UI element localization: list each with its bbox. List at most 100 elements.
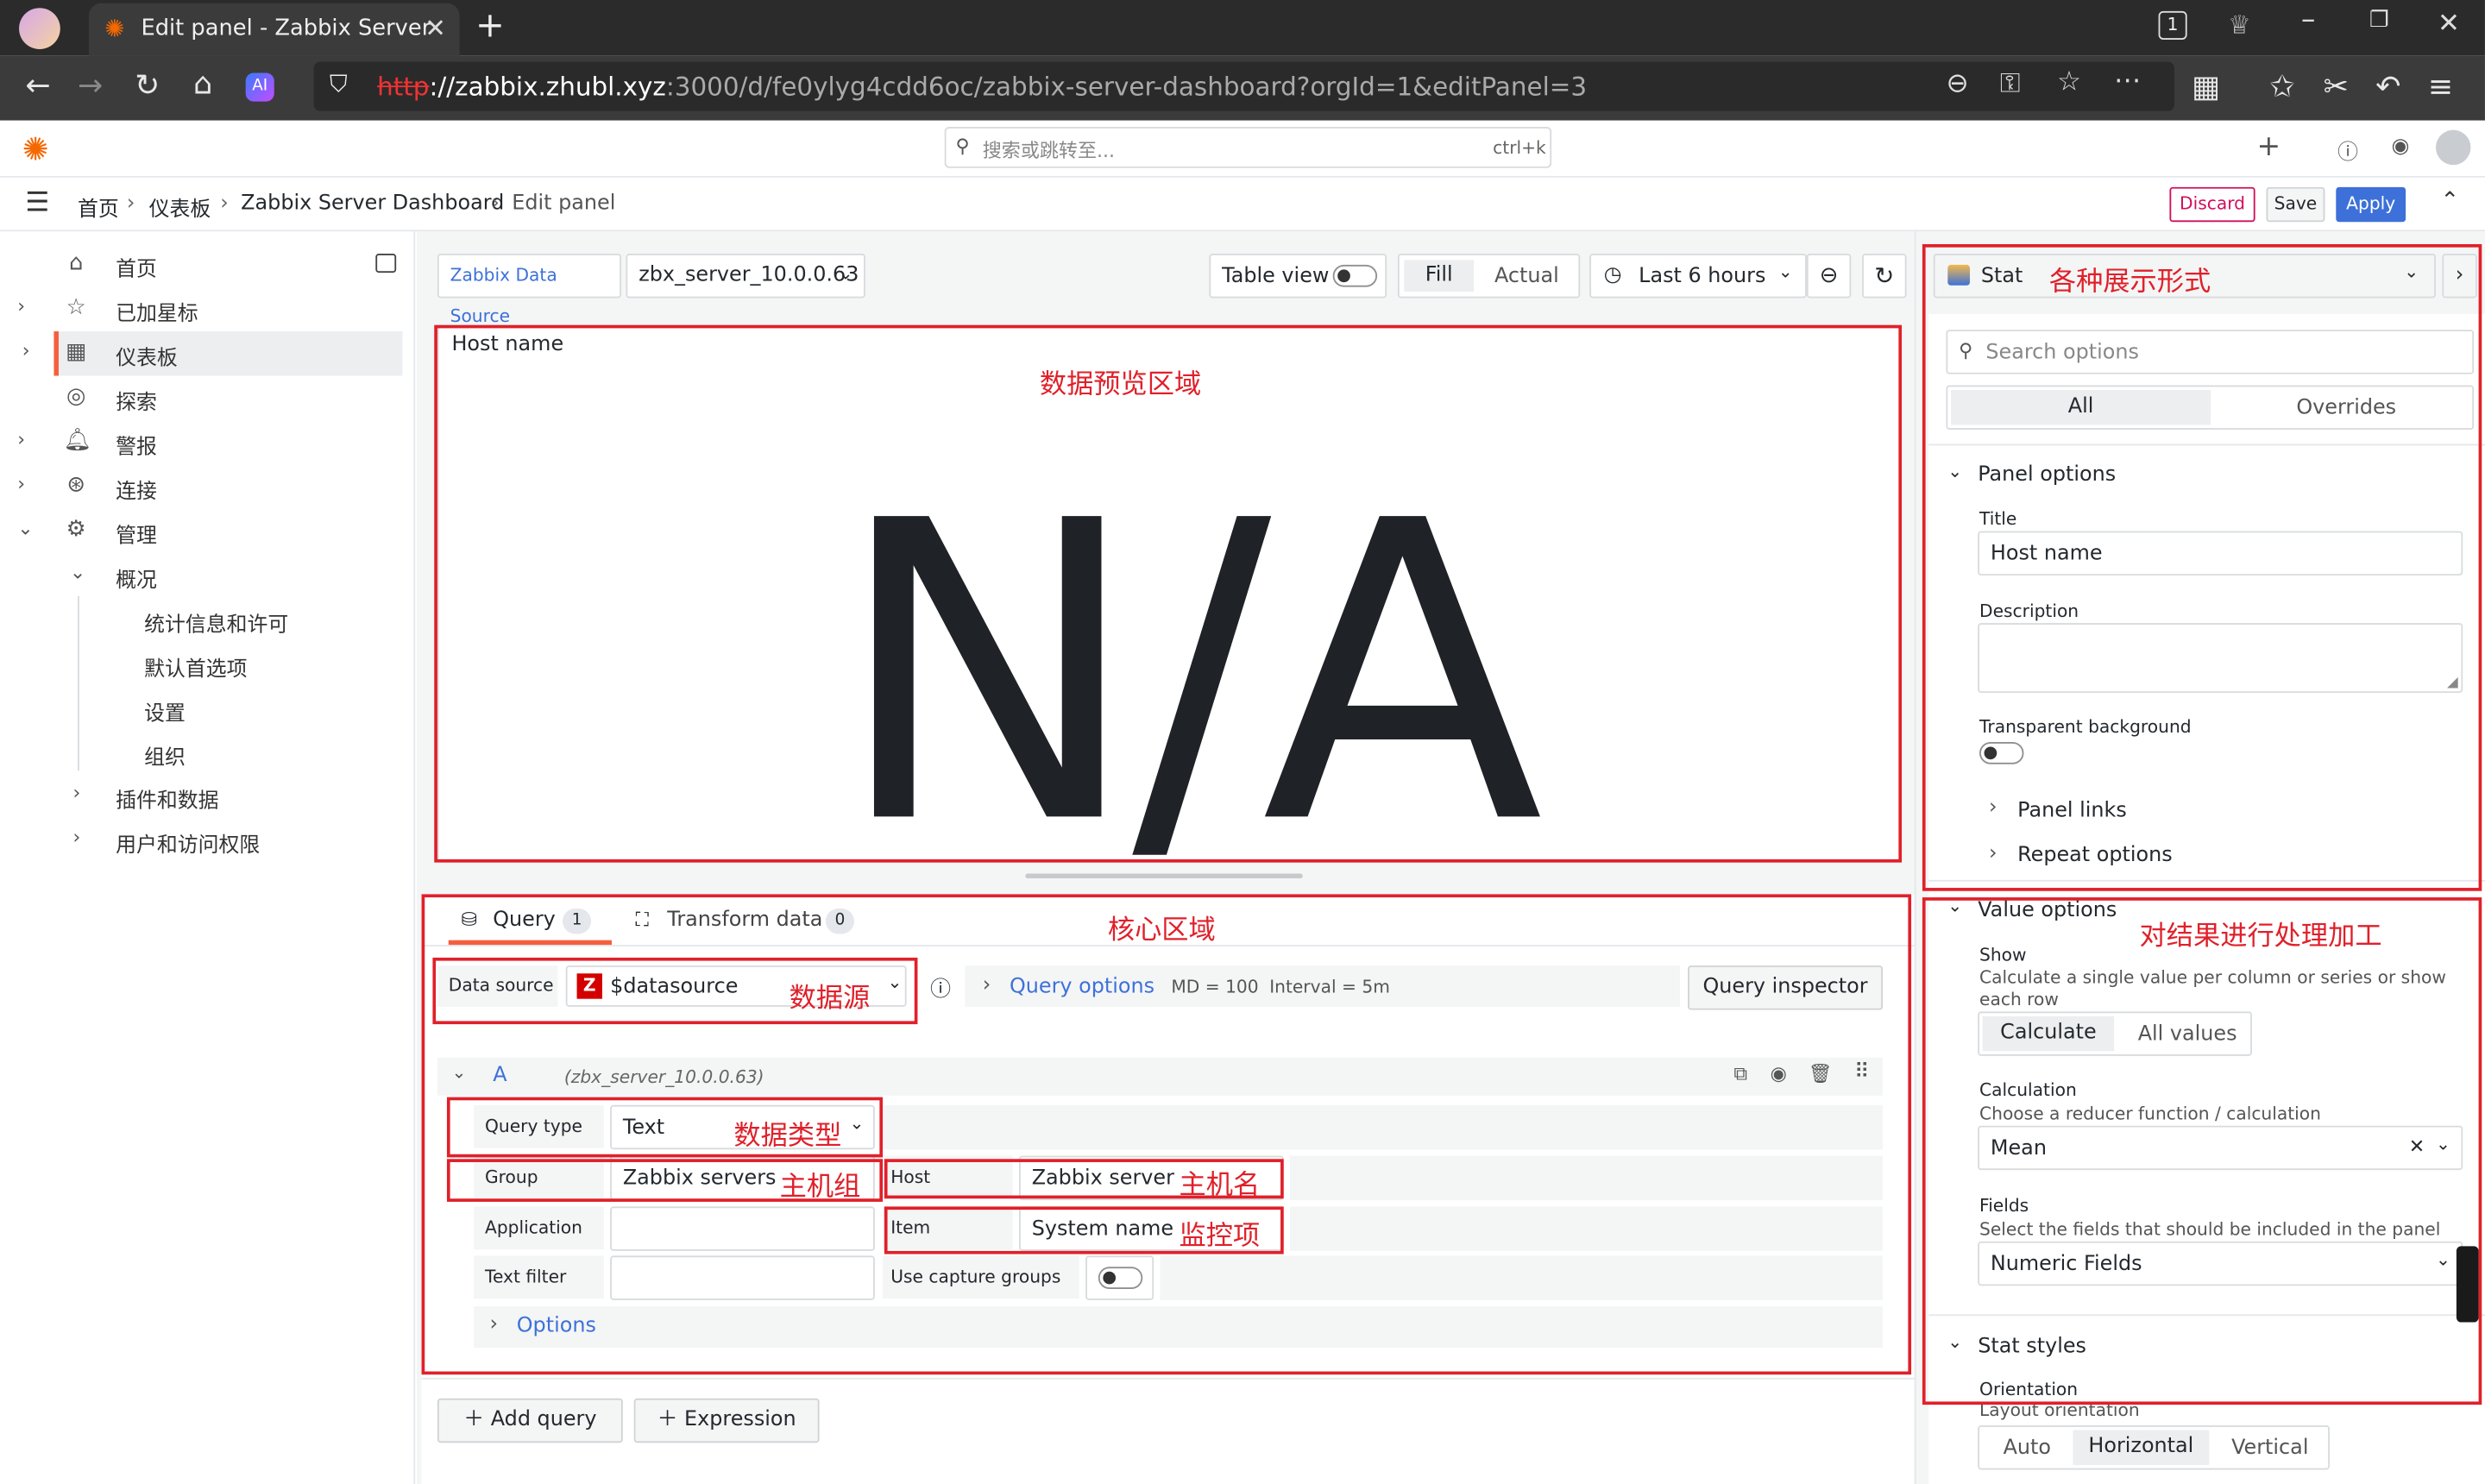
chevron-right-icon[interactable]: › [17,428,25,450]
capture-groups-switch[interactable] [1098,1267,1143,1289]
chevron-down-icon[interactable]: ⌄ [1947,1332,1962,1353]
shirt-icon[interactable]: ♕ [2228,9,2250,40]
sidebar-item-explore[interactable]: ◎ 探索 [0,376,415,420]
time-picker[interactable]: ◷ Last 6 hours ⌄ [1589,254,1807,299]
fill-option[interactable]: Fill [1404,260,1475,292]
panel-options-header[interactable]: Panel options [1978,463,2116,487]
sidebar-item-admin[interactable]: ⌄ ⚙ 管理 [0,509,415,553]
fill-actual-toggle[interactable]: Fill Actual [1397,254,1581,299]
reload-icon[interactable]: ↻ [129,70,167,102]
cut-icon[interactable]: ✂ [2317,72,2355,104]
trash-icon[interactable]: 🗑︎ [1809,1062,1833,1085]
chevron-right-icon[interactable]: › [17,473,25,495]
query-ref-id[interactable]: A [493,1064,506,1088]
title-input[interactable]: Host name [1978,531,2463,576]
table-view-toggle[interactable]: Table view [1209,254,1387,299]
browser-tab-active[interactable]: ✺ Edit panel - Zabbix Server ✕ [88,3,460,56]
query-options-label[interactable]: Query options [1010,975,1154,999]
sidebar-item-settings[interactable]: 设置 [0,687,415,731]
actual-option[interactable]: Actual [1494,265,1559,289]
collapse-pane-button[interactable]: › [2442,254,2477,299]
home-browser-icon[interactable]: ⌂ [184,68,222,100]
splitter-handle[interactable] [1025,873,1303,879]
chevron-down-icon[interactable]: ⌄ [1947,462,1962,482]
stat-styles-header[interactable]: Stat styles [1978,1335,2086,1359]
table-view-switch[interactable] [1332,264,1378,287]
clear-x-icon[interactable]: ✕ [2409,1135,2425,1158]
breadcrumb-dashboard[interactable]: Zabbix Server Dashboard [241,192,504,216]
zoom-out-button[interactable]: ⊖ [1806,254,1852,299]
orientation-horizontal[interactable]: Horizontal [2073,1430,2210,1465]
apply-button[interactable]: Apply [2336,186,2406,223]
tab-close-icon[interactable]: ✕ [425,13,446,43]
add-expression-button[interactable]: ＋ Expression [633,1398,820,1443]
new-menu-button[interactable]: + [2256,130,2281,164]
insecure-shield-icon[interactable]: ⛉ [330,70,348,98]
new-tab-icon[interactable]: + [475,6,505,46]
hamburger-menu-icon[interactable]: ☰ [25,187,49,219]
add-query-button[interactable]: ＋ Add query [437,1398,623,1443]
chevron-right-icon[interactable]: › [1989,842,1997,866]
sidebar-item-stats[interactable]: 统计信息和许可 [0,598,415,642]
sidebar-item-users-access[interactable]: › 用户和访问权限 [0,818,415,862]
repeat-options-header[interactable]: Repeat options [2017,844,2173,868]
application-input[interactable] [610,1206,875,1251]
chevron-right-icon[interactable]: › [1989,795,1997,820]
dashboard-datasource-select[interactable]: zbx_server_10.0.0.63 ⌄ [626,254,865,299]
query-options-bar[interactable]: › Query options MD = 100 Interval = 5m [965,965,1680,1007]
breadcrumb-home[interactable]: 首页 [78,192,119,223]
orientation-vertical[interactable]: Vertical [2231,1437,2308,1461]
restore-icon[interactable]: ❐ [2369,8,2389,33]
sidebar-item-plugins[interactable]: › 插件和数据 [0,774,415,818]
orientation-auto[interactable]: Auto [2004,1437,2051,1461]
help-icon[interactable]: ⓘ [2337,135,2358,166]
chevron-right-icon[interactable]: › [17,295,25,318]
description-textarea[interactable]: ◢ [1978,623,2463,694]
chevron-right-icon[interactable]: › [72,782,80,804]
scrollbar-thumb[interactable] [2456,1246,2479,1323]
extensions-icon[interactable]: ▦ [2187,72,2225,104]
news-rss-icon[interactable]: ◉ [2392,135,2410,159]
query-inspector-button[interactable]: Query inspector [1688,965,1883,1010]
options-row[interactable]: › Options [474,1306,1883,1348]
grafana-logo-icon[interactable]: ✺ [22,130,49,168]
search-options-input[interactable]: ⚲ Search options [1946,330,2475,374]
tab-query[interactable]: Query [493,909,556,933]
options-label[interactable]: Options [517,1314,596,1338]
drag-handle-icon[interactable]: ⠿ [1854,1060,1870,1085]
sidebar-item-preferences[interactable]: 默认首选项 [0,642,415,686]
chevron-down-icon[interactable]: ⌄ [1947,896,1962,916]
discard-button[interactable]: Discard [2169,186,2255,223]
transparent-switch[interactable] [1979,741,2024,764]
text-filter-input[interactable] [610,1255,875,1300]
breadcrumb-dashboards[interactable]: 仪表板 [149,192,211,223]
calculation-select[interactable]: Mean ✕ ⌄ [1978,1125,2463,1171]
zoom-icon[interactable]: ⊖ [1946,68,1968,100]
value-options-header[interactable]: Value options [1978,899,2117,923]
collapse-chevron-up-icon[interactable]: ⌃ [2441,189,2460,214]
resize-handle-icon[interactable]: ◢ [2447,676,2458,691]
sidebar-item-starred[interactable]: › ☆ 已加星标 [0,287,415,331]
sidebar-item-orgs[interactable]: 组织 [0,731,415,775]
tab-transform[interactable]: Transform data [667,909,822,933]
eye-icon[interactable]: ◉ [1771,1062,1787,1085]
minimize-icon[interactable]: – [2301,3,2316,37]
save-button[interactable]: Save [2266,186,2325,223]
chevron-right-icon[interactable]: › [72,826,80,848]
sidebar-item-home[interactable]: ⌂ 首页 [0,242,415,286]
tab-overrides[interactable]: Overrides [2296,396,2396,420]
show-all-values-option[interactable]: All values [2138,1022,2237,1047]
url-bar[interactable]: ⛉ http://zabbix.zhubl.xyz:3000/d/fe0ylyg… [313,61,2174,111]
ai-extension-icon[interactable]: AI [245,72,274,102]
chevron-down-icon[interactable]: ⌄ [451,1062,466,1083]
panel-preview[interactable]: Host name N/A [437,326,1903,882]
bookmark-star-icon[interactable]: ☆ [2057,66,2081,98]
capture-groups-switch-box[interactable] [1085,1255,1154,1300]
back-icon[interactable]: ← [19,70,57,102]
forward-icon[interactable]: → [72,70,110,102]
chevron-down-icon[interactable]: ⌄ [70,562,85,584]
tab-all[interactable]: All [1950,390,2211,425]
chevron-right-icon[interactable]: › [22,339,30,362]
user-avatar[interactable] [2436,129,2471,166]
menu-icon[interactable]: ≡ [2421,72,2459,104]
